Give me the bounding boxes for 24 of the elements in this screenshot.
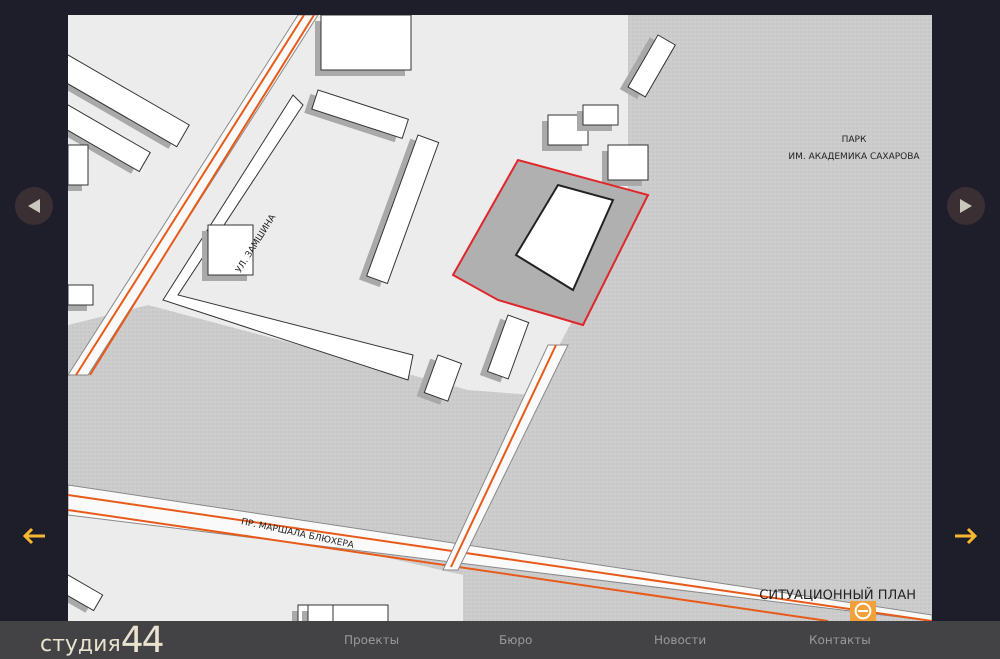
building: [480, 314, 530, 382]
play-right-icon: [960, 199, 972, 213]
building: [68, 284, 94, 311]
previous-button[interactable]: [15, 187, 53, 225]
nav-link[interactable]: Бюро: [499, 633, 654, 647]
logo-number: 44: [120, 623, 162, 659]
arrow-right-icon: [954, 527, 978, 545]
building: [620, 34, 676, 100]
building: [416, 354, 462, 405]
park-label: ПАРК: [842, 135, 866, 145]
nav-link[interactable]: Новости: [654, 633, 809, 647]
play-left-icon: [28, 199, 40, 213]
nav-link[interactable]: Контакты: [809, 633, 964, 647]
next-button[interactable]: [947, 187, 985, 225]
forward-arrow-button[interactable]: [952, 525, 980, 547]
nav-link[interactable]: Проекты: [344, 633, 499, 647]
building: [602, 144, 648, 186]
building: [577, 104, 618, 131]
logo-text: студия: [40, 634, 121, 659]
back-arrow-button[interactable]: [20, 525, 48, 547]
park-label: ИМ. АКАДЕМИКА САХАРОВА: [788, 152, 920, 162]
minus-circle-icon: [854, 602, 872, 620]
plan-title: СИТУАЦИОННЫЙ ПЛАН: [759, 588, 916, 603]
arrow-left-icon: [22, 527, 46, 545]
